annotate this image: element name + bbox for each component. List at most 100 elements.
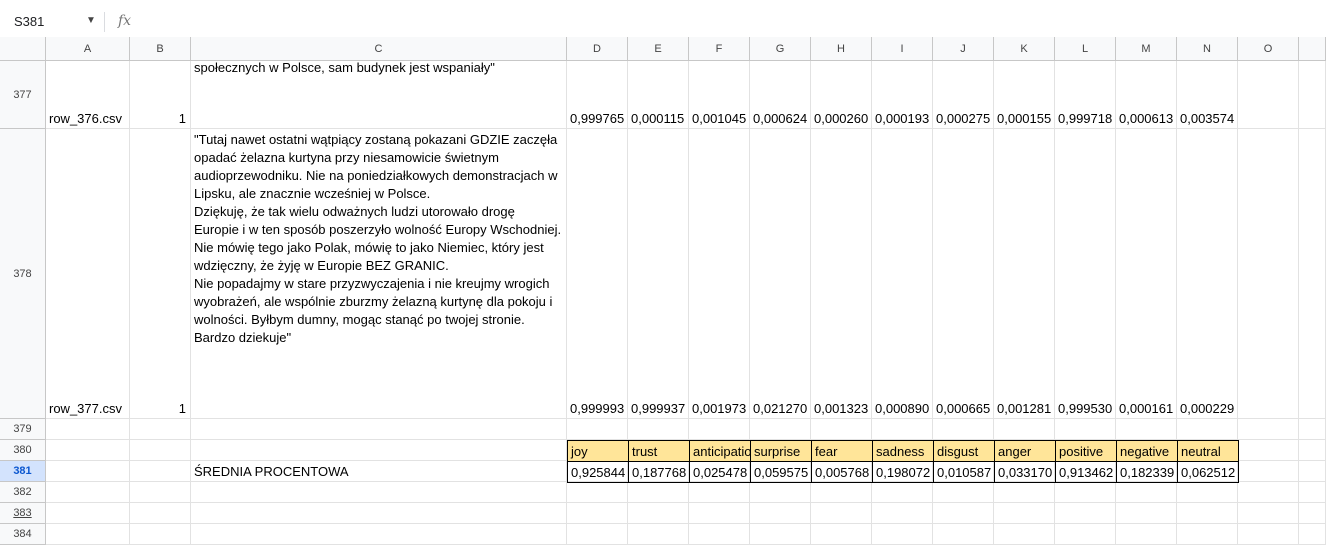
cell-d377[interactable]: 0,999765: [567, 61, 628, 129]
cell-c379[interactable]: [191, 419, 567, 440]
cell-m383[interactable]: [1116, 503, 1177, 524]
average-joy[interactable]: 0,925844: [567, 461, 629, 483]
cell-b383[interactable]: [130, 503, 191, 524]
cell-g383[interactable]: [750, 503, 811, 524]
row-header-380[interactable]: 380: [0, 440, 46, 461]
cell-d378[interactable]: 0,999993: [567, 129, 628, 419]
cell-i378[interactable]: 0,000890: [872, 129, 933, 419]
cell-a379[interactable]: [46, 419, 130, 440]
column-header-l[interactable]: L: [1055, 37, 1116, 61]
cell-extra-379[interactable]: [1299, 419, 1326, 440]
cell-h377[interactable]: 0,000260: [811, 61, 872, 129]
row-header-378[interactable]: 378: [0, 129, 46, 419]
emotion-header-joy[interactable]: joy: [567, 440, 629, 462]
column-header-o[interactable]: O: [1238, 37, 1299, 61]
cell-h378[interactable]: 0,001323: [811, 129, 872, 419]
cell-j377[interactable]: 0,000275: [933, 61, 994, 129]
cell-f382[interactable]: [689, 482, 750, 503]
cell-i377[interactable]: 0,000193: [872, 61, 933, 129]
average-trust[interactable]: 0,187768: [628, 461, 690, 483]
select-all-corner[interactable]: [0, 37, 46, 61]
cell-o377[interactable]: [1238, 61, 1299, 129]
cell-b378[interactable]: 1: [130, 129, 191, 419]
cell-o383[interactable]: [1238, 503, 1299, 524]
average-disgust[interactable]: 0,010587: [933, 461, 995, 483]
row-header-381[interactable]: 381: [0, 461, 46, 482]
average-neutral[interactable]: 0,062512: [1177, 461, 1239, 483]
emotion-header-neutral[interactable]: neutral: [1177, 440, 1239, 462]
cell-h382[interactable]: [811, 482, 872, 503]
cell-n383[interactable]: [1177, 503, 1238, 524]
cell-o381[interactable]: [1238, 461, 1299, 482]
column-header-k[interactable]: K: [994, 37, 1055, 61]
name-box[interactable]: S381: [14, 14, 44, 29]
cell-o378[interactable]: [1238, 129, 1299, 419]
cell-g377[interactable]: 0,000624: [750, 61, 811, 129]
cell-f378[interactable]: 0,001973: [689, 129, 750, 419]
column-header-d[interactable]: D: [567, 37, 628, 61]
cell-extra-381[interactable]: [1299, 461, 1326, 482]
row-header-383[interactable]: 383: [0, 503, 46, 524]
average-fear[interactable]: 0,005768: [811, 461, 873, 483]
row-header-377[interactable]: 377: [0, 61, 46, 129]
cell-j379[interactable]: [933, 419, 994, 440]
column-header-e[interactable]: E: [628, 37, 689, 61]
spreadsheet-grid[interactable]: A B C D E F G H I J K L M N O 377 378 379 380 381 382 383 384 r…: [0, 37, 1326, 545]
emotion-header-trust[interactable]: trust: [628, 440, 690, 462]
cell-b380[interactable]: [130, 440, 191, 461]
cell-extra-378[interactable]: [1299, 129, 1326, 419]
average-anger[interactable]: 0,033170: [994, 461, 1056, 483]
cell-d379[interactable]: [567, 419, 628, 440]
cell-a383[interactable]: [46, 503, 130, 524]
cell-f377[interactable]: 0,001045: [689, 61, 750, 129]
cell-c383[interactable]: [191, 503, 567, 524]
cell-c381[interactable]: ŚREDNIA PROCENTOWA: [191, 461, 567, 482]
cell-o382[interactable]: [1238, 482, 1299, 503]
average-sadness[interactable]: 0,198072: [872, 461, 934, 483]
cell-o379[interactable]: [1238, 419, 1299, 440]
column-header-n[interactable]: N: [1177, 37, 1238, 61]
cell-l377[interactable]: 0,999718: [1055, 61, 1116, 129]
emotion-header-anger[interactable]: anger: [994, 440, 1056, 462]
cell-g379[interactable]: [750, 419, 811, 440]
cell-extra-383[interactable]: [1299, 503, 1326, 524]
cell-m378[interactable]: 0,000161: [1116, 129, 1177, 419]
cell-e377[interactable]: 0,000115: [628, 61, 689, 129]
cell-g382[interactable]: [750, 482, 811, 503]
column-header-f[interactable]: F: [689, 37, 750, 61]
column-header-a[interactable]: A: [46, 37, 130, 61]
column-header-m[interactable]: M: [1116, 37, 1177, 61]
cell-c378[interactable]: "Tutaj nawet ostatni wątpiący zostaną po…: [191, 129, 567, 419]
cell-l378[interactable]: 0,999530: [1055, 129, 1116, 419]
emotion-header-anticipation[interactable]: anticipation: [689, 440, 751, 462]
cell-n379[interactable]: [1177, 419, 1238, 440]
cell-j383[interactable]: [933, 503, 994, 524]
row-header-382[interactable]: 382: [0, 482, 46, 503]
column-header-g[interactable]: G: [750, 37, 811, 61]
average-surprise[interactable]: 0,059575: [750, 461, 812, 483]
average-positive[interactable]: 0,913462: [1055, 461, 1117, 483]
cell-n377[interactable]: 0,003574: [1177, 61, 1238, 129]
cell-e378[interactable]: 0,999937: [628, 129, 689, 419]
cell-a381[interactable]: [46, 461, 130, 482]
cell-j378[interactable]: 0,000665: [933, 129, 994, 419]
cell-k378[interactable]: 0,001281: [994, 129, 1055, 419]
cell-c380[interactable]: [191, 440, 567, 461]
cell-e383[interactable]: [628, 503, 689, 524]
emotion-header-negative[interactable]: negative: [1116, 440, 1178, 462]
cell-extra-380[interactable]: [1299, 440, 1326, 461]
cell-a380[interactable]: [46, 440, 130, 461]
cell-b382[interactable]: [130, 482, 191, 503]
cell-h383[interactable]: [811, 503, 872, 524]
cell-c382[interactable]: [191, 482, 567, 503]
cell-l382[interactable]: [1055, 482, 1116, 503]
cell-b379[interactable]: [130, 419, 191, 440]
column-header-c[interactable]: C: [191, 37, 567, 61]
cell-a382[interactable]: [46, 482, 130, 503]
cell-l383[interactable]: [1055, 503, 1116, 524]
column-header-extra[interactable]: [1299, 37, 1326, 61]
cell-l379[interactable]: [1055, 419, 1116, 440]
cell-g378[interactable]: 0,021270: [750, 129, 811, 419]
cell-b377[interactable]: 1: [130, 61, 191, 129]
cell-d382[interactable]: [567, 482, 628, 503]
